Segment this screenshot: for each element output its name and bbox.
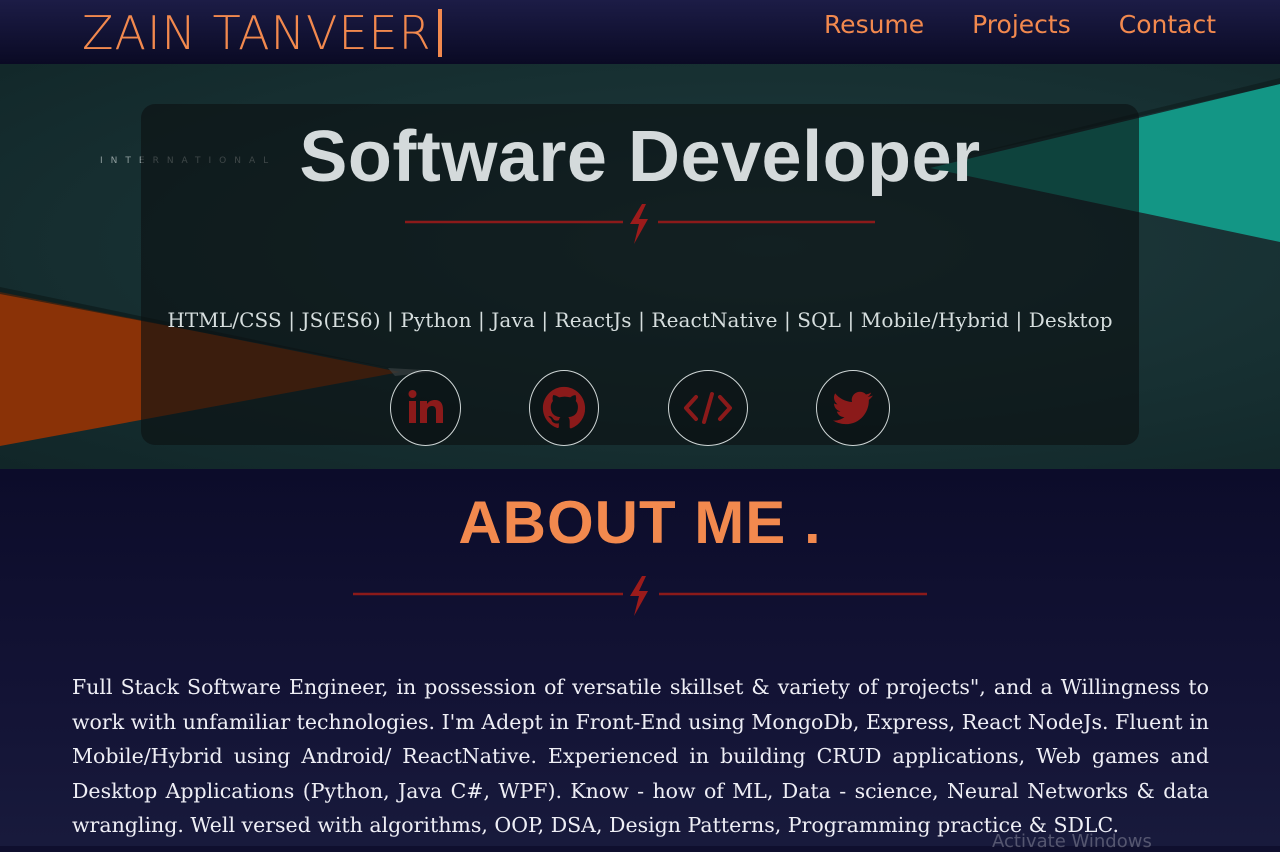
lightning-bolt-icon (630, 204, 648, 244)
twitter-button[interactable] (816, 370, 890, 446)
nav-resume-link[interactable]: Resume (824, 8, 924, 42)
nav-contact-link[interactable]: Contact (1119, 8, 1216, 42)
lightning-bolt-icon (630, 576, 648, 616)
hero-divider (405, 204, 875, 244)
code-icon (684, 392, 732, 424)
github-button[interactable] (529, 370, 599, 446)
brand-name: ZAIN TANVEER (82, 6, 432, 60)
activate-windows-watermark: Activate Windows (992, 831, 1152, 852)
nav-links: Resume Projects Contact (824, 8, 1216, 42)
github-icon (542, 386, 586, 429)
nav-projects-link[interactable]: Projects (972, 8, 1071, 42)
brand-logo[interactable]: ZAIN TANVEER (82, 6, 442, 60)
about-title: ABOUT ME . (458, 489, 822, 556)
about-section: ABOUT ME . Full Stack Software Engineer,… (0, 469, 1280, 846)
twitter-icon (833, 391, 873, 425)
code-portfolio-button[interactable] (668, 370, 748, 446)
skills-list: HTML/CSS | JS(ES6) | Python | Java | Rea… (167, 308, 1113, 332)
linkedin-button[interactable] (390, 370, 461, 446)
navbar: ZAIN TANVEER Resume Projects Contact (0, 0, 1280, 64)
linkedin-icon (408, 390, 443, 423)
typing-cursor (437, 9, 442, 57)
about-description: Full Stack Software Engineer, in possess… (72, 675, 1209, 838)
hero-section: INTERNATIONAL Software Developer HTML/CS… (0, 64, 1280, 469)
about-divider (353, 576, 927, 616)
hero-title: Software Developer (299, 117, 981, 197)
